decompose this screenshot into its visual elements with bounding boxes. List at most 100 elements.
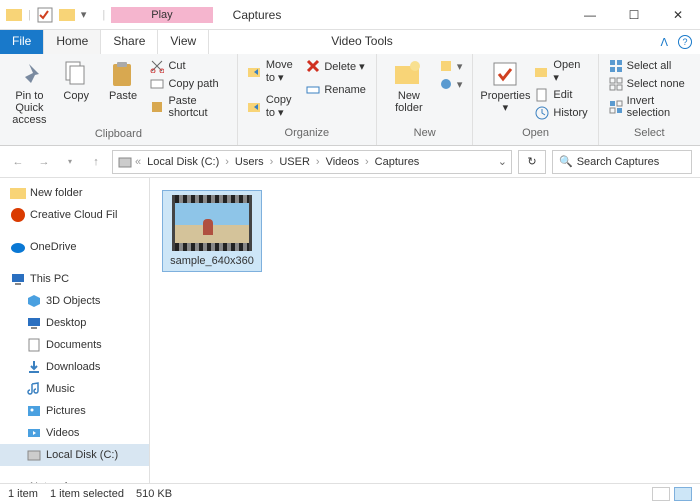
video-thumbnail	[172, 195, 252, 251]
breadcrumb[interactable]: « Local Disk (C:)› Users› USER› Videos› …	[112, 150, 512, 174]
group-organize: Move to ▾ Copy to ▾ Delete ▾ Rename Orga…	[238, 54, 377, 145]
open-button[interactable]: Open ▾	[533, 58, 589, 85]
group-open: Properties ▾ Open ▾ Edit History Open	[473, 54, 598, 145]
scissors-icon	[150, 59, 164, 73]
tab-view[interactable]: View	[158, 30, 209, 54]
details-view-button[interactable]	[652, 487, 670, 501]
recent-dropdown[interactable]: ▾	[60, 152, 80, 172]
sidebar-item[interactable]: This PC	[0, 268, 149, 290]
sidebar-item[interactable]: Music	[0, 378, 149, 400]
invert-selection-button[interactable]: Invert selection	[607, 94, 692, 120]
tab-file[interactable]: File	[0, 30, 44, 54]
pin-icon	[15, 60, 43, 88]
pc-icon	[10, 271, 26, 287]
edit-button[interactable]: Edit	[533, 87, 589, 103]
rename-button[interactable]: Rename	[304, 82, 368, 98]
invert-icon	[609, 100, 623, 114]
sidebar-item[interactable]: Network	[0, 476, 149, 483]
help-icon[interactable]: ?	[678, 35, 692, 49]
search-icon: 🔍	[559, 155, 573, 168]
window-controls: — ☐ ✕	[568, 0, 700, 30]
up-button[interactable]: ↑	[86, 152, 106, 172]
select-none-button[interactable]: Select none	[607, 76, 692, 92]
sidebar-item[interactable]: Videos	[0, 422, 149, 444]
new-folder-button[interactable]: New folder	[385, 58, 433, 116]
qa-dropdown-icon[interactable]: ▾	[81, 8, 87, 21]
sidebar-item[interactable]: Creative Cloud Fil	[0, 204, 149, 226]
file-item[interactable]: sample_640x360	[162, 190, 262, 272]
copy-path-button[interactable]: Copy path	[148, 76, 228, 92]
sidebar-item[interactable]: Pictures	[0, 400, 149, 422]
copy-to-icon	[248, 100, 262, 114]
navigation-pane[interactable]: New folderCreative Cloud Fil OneDrive This…	[0, 178, 150, 483]
crumb-item[interactable]: Local Disk (C:)	[143, 156, 223, 168]
minimize-button[interactable]: —	[568, 0, 612, 30]
sidebar-item[interactable]: Local Disk (C:)	[0, 444, 149, 466]
checkbox-icon[interactable]	[37, 7, 53, 23]
paste-button[interactable]: Paste	[102, 58, 145, 104]
sidebar-item[interactable]: Downloads	[0, 356, 149, 378]
crumb-item[interactable]: Users	[231, 156, 268, 168]
properties-button[interactable]: Properties ▾	[481, 58, 529, 116]
selected-count: 1 item selected	[50, 488, 124, 500]
edit-icon	[535, 88, 549, 102]
history-dropdown-icon[interactable]: ⌄	[498, 155, 507, 168]
sidebar-item[interactable]: Desktop	[0, 312, 149, 334]
collapse-ribbon-icon[interactable]: ᐱ	[660, 36, 668, 49]
select-all-button[interactable]: Select all	[607, 58, 692, 74]
search-input[interactable]: 🔍 Search Captures	[552, 150, 692, 174]
easy-access-button[interactable]: ▾	[437, 76, 465, 92]
cut-button[interactable]: Cut	[148, 58, 228, 74]
back-button[interactable]: ←	[8, 152, 28, 172]
sidebar-item[interactable]: OneDrive	[0, 236, 149, 258]
desktop-icon	[26, 315, 42, 331]
group-label: Clipboard	[8, 128, 229, 142]
contextual-tab-header: Play	[111, 7, 212, 23]
forward-button[interactable]: →	[34, 152, 54, 172]
open-icon	[535, 65, 549, 79]
move-to-button[interactable]: Move to ▾	[246, 58, 301, 85]
tab-share[interactable]: Share	[101, 30, 158, 54]
crumb-item[interactable]: Videos	[322, 156, 363, 168]
sidebar-item-label: Downloads	[46, 361, 100, 373]
pin-quick-access-button[interactable]: Pin to Quick access	[8, 58, 51, 128]
history-button[interactable]: History	[533, 105, 589, 121]
sidebar-item[interactable]: Documents	[0, 334, 149, 356]
tab-home[interactable]: Home	[44, 30, 101, 54]
copy-to-button[interactable]: Copy to ▾	[246, 93, 301, 120]
tab-video-tools[interactable]: Video Tools	[319, 30, 405, 54]
sidebar-item-label: This PC	[30, 273, 69, 285]
copy-button[interactable]: Copy	[55, 58, 98, 104]
disk-icon	[117, 154, 133, 170]
qa-separator: |	[28, 9, 31, 21]
copy-icon	[62, 60, 90, 88]
rename-icon	[306, 83, 320, 97]
shortcut-icon	[150, 100, 164, 114]
crumb-item[interactable]: Captures	[371, 156, 424, 168]
title-bar: | ▾ | Play Captures — ☐ ✕	[0, 0, 700, 30]
docs-icon	[26, 337, 42, 353]
qa-separator: |	[102, 9, 105, 21]
window-title: Captures	[213, 8, 302, 22]
group-select: Select all Select none Invert selection …	[599, 54, 700, 145]
sidebar-item[interactable]: New folder	[0, 182, 149, 204]
paste-icon	[109, 60, 137, 88]
sidebar-item[interactable]: 3D Objects	[0, 290, 149, 312]
delete-button[interactable]: Delete ▾	[304, 58, 368, 74]
close-button[interactable]: ✕	[656, 0, 700, 30]
thumbnails-view-button[interactable]	[674, 487, 692, 501]
quick-access-toolbar: | ▾ |	[0, 7, 111, 23]
content-pane[interactable]: sample_640x360	[150, 178, 700, 483]
sidebar-item-label: Music	[46, 383, 75, 395]
paste-shortcut-button[interactable]: Paste shortcut	[148, 94, 228, 120]
group-clipboard: Pin to Quick access Copy Paste Cut Copy …	[0, 54, 238, 145]
onedrive-icon	[10, 239, 26, 255]
crumb-item[interactable]: USER	[275, 156, 314, 168]
group-new: New folder ▾ ▾ New	[377, 54, 474, 145]
refresh-button[interactable]: ↻	[518, 150, 546, 174]
new-item-button[interactable]: ▾	[437, 58, 465, 74]
folder-icon[interactable]	[59, 7, 75, 23]
cc-icon	[10, 207, 26, 223]
ribbon: Pin to Quick access Copy Paste Cut Copy …	[0, 54, 700, 146]
maximize-button[interactable]: ☐	[612, 0, 656, 30]
